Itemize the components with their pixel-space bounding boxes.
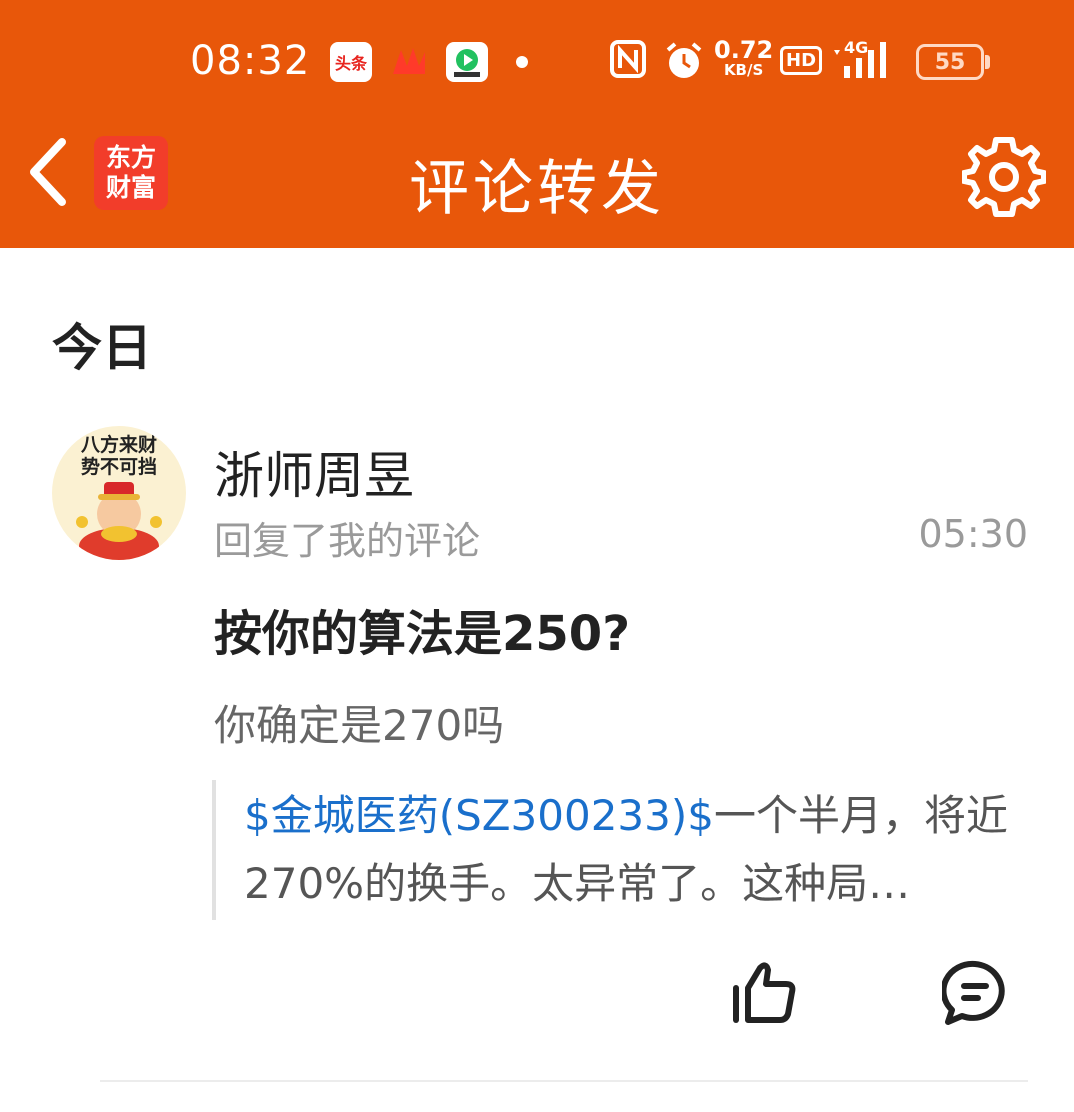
section-date-label: 今日	[52, 319, 152, 377]
reply-content[interactable]: 按你的算法是250?	[214, 594, 630, 664]
fortune-god-illustration	[76, 482, 162, 560]
avatar[interactable]: 八方来财 势不可挡	[52, 426, 186, 560]
nfc-icon	[610, 40, 646, 87]
signal-icon: 4G	[830, 38, 900, 86]
network-type: 4G	[844, 38, 869, 57]
divider	[100, 1080, 1028, 1082]
alarm-icon	[664, 40, 704, 86]
quoted-post[interactable]: $金城医药(SZ300233)$一个半月，将近270%的换手。太异常了。这种局…	[244, 782, 1034, 918]
like-button[interactable]	[730, 960, 800, 1026]
battery-indicator: 55	[916, 44, 984, 80]
network-speed-value: 0.72	[714, 36, 774, 64]
username[interactable]: 浙师周昱	[214, 436, 414, 508]
netease-app-icon	[388, 42, 430, 82]
gear-icon	[961, 137, 1047, 217]
app-header: 08:32 头条 0.72 KB/S HD 4G 55 东方 财富 评论转发	[0, 0, 1074, 248]
network-speed: 0.72 KB/S	[714, 36, 774, 80]
status-time: 08:32	[190, 38, 311, 84]
notification-time: 05:30	[918, 512, 1028, 556]
stock-link[interactable]: $金城医药(SZ300233)$	[244, 791, 714, 840]
toutiao-app-icon: 头条	[330, 42, 372, 82]
settings-button[interactable]	[961, 134, 1047, 218]
notification-dot-icon	[516, 56, 528, 68]
my-comment[interactable]: 你确定是270吗	[214, 692, 504, 753]
notification-action: 回复了我的评论	[214, 519, 481, 563]
video-app-icon	[446, 42, 488, 82]
comment-button[interactable]	[940, 960, 1008, 1026]
quote-bar	[212, 780, 216, 920]
hd-badge: HD	[780, 46, 823, 75]
page-title: 评论转发	[409, 154, 665, 224]
comment-bubble-icon	[940, 960, 1005, 1025]
thumbs-up-icon	[733, 962, 796, 1023]
battery-tip	[985, 55, 990, 69]
